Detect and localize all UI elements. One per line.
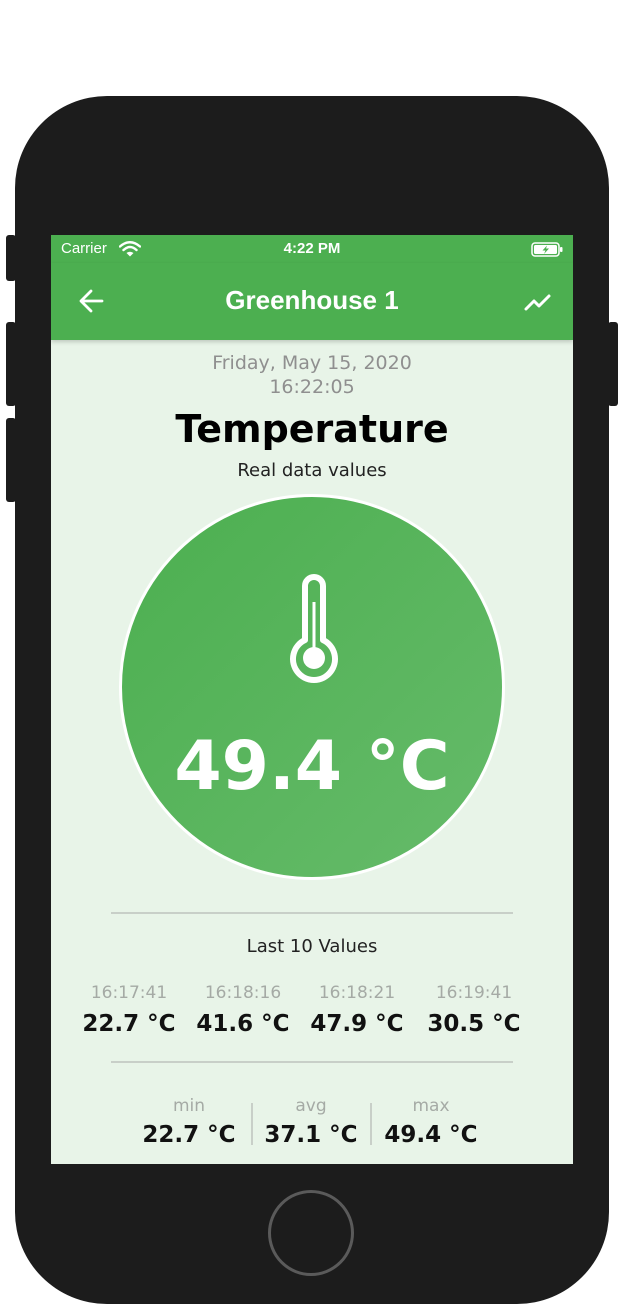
status-time: 4:22 PM [283, 240, 341, 257]
divider [111, 912, 513, 914]
status-bar: Carrier 4:22 PM [51, 235, 573, 263]
sensor-title: Temperature [175, 407, 449, 451]
history-item: 16:18:21 47.9 °C [298, 983, 416, 1037]
thermometer-icon [290, 574, 338, 683]
history-time: 16:18:16 [204, 983, 282, 1003]
history-item: 16:19:41 30.5 °C [415, 983, 533, 1037]
stat-max-label: max [412, 1096, 450, 1116]
page-title: Greenhouse 1 [225, 285, 399, 315]
app-screen: Carrier 4:22 PM Greenhouse 1 Friday, May… [51, 235, 573, 1164]
history-item: 16:17:41 22.7 °C [70, 983, 188, 1037]
reading-time: 16:22:05 [269, 376, 355, 398]
battery-charging-icon [531, 242, 563, 261]
home-button[interactable] [268, 1190, 354, 1276]
stat-max: max 49.4 °C [371, 1096, 491, 1148]
stat-min: min 22.7 °C [129, 1096, 249, 1148]
history-time: 16:19:41 [435, 983, 513, 1003]
divider [111, 1061, 513, 1063]
stat-avg: avg 37.1 °C [251, 1096, 371, 1148]
stat-max-value: 49.4 °C [384, 1122, 478, 1148]
chart-button[interactable] [523, 287, 553, 317]
history-value: 41.6 °C [196, 1011, 290, 1037]
history-value: 47.9 °C [310, 1011, 404, 1037]
stat-min-label: min [172, 1096, 206, 1116]
sensor-subtitle: Real data values [237, 460, 387, 481]
history-value: 22.7 °C [82, 1011, 176, 1037]
history-title: Last 10 Values [246, 936, 378, 957]
current-temperature: 49.4 °C [174, 727, 450, 806]
temperature-gauge: 49.4 °C [119, 494, 505, 880]
reading-timestamp: Friday, May 15, 2020 16:22:05 [51, 351, 573, 399]
stat-avg-value: 37.1 °C [264, 1122, 358, 1148]
stat-min-value: 22.7 °C [142, 1122, 236, 1148]
reading-date: Friday, May 15, 2020 [212, 352, 412, 374]
power-button [608, 322, 618, 406]
history-value: 30.5 °C [427, 1011, 521, 1037]
history-item: 16:18:16 41.6 °C [184, 983, 302, 1037]
history-time: 16:18:21 [318, 983, 396, 1003]
trending-up-icon [524, 294, 551, 311]
stat-avg-label: avg [295, 1096, 327, 1116]
history-time: 16:17:41 [90, 983, 168, 1003]
app-bar: Greenhouse 1 [51, 263, 573, 340]
